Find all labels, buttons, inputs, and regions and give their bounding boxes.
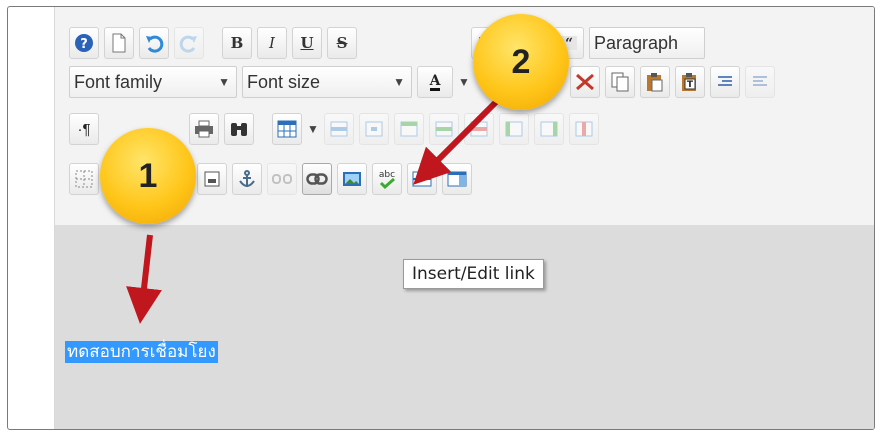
step-marker-1: 1 [100, 128, 196, 224]
step-marker-1-label: 1 [138, 156, 158, 195]
step-marker-2: 2 [473, 14, 569, 110]
arrow-1 [126, 234, 162, 324]
arrow-2 [413, 95, 503, 185]
step-marker-2-label: 2 [511, 42, 531, 81]
